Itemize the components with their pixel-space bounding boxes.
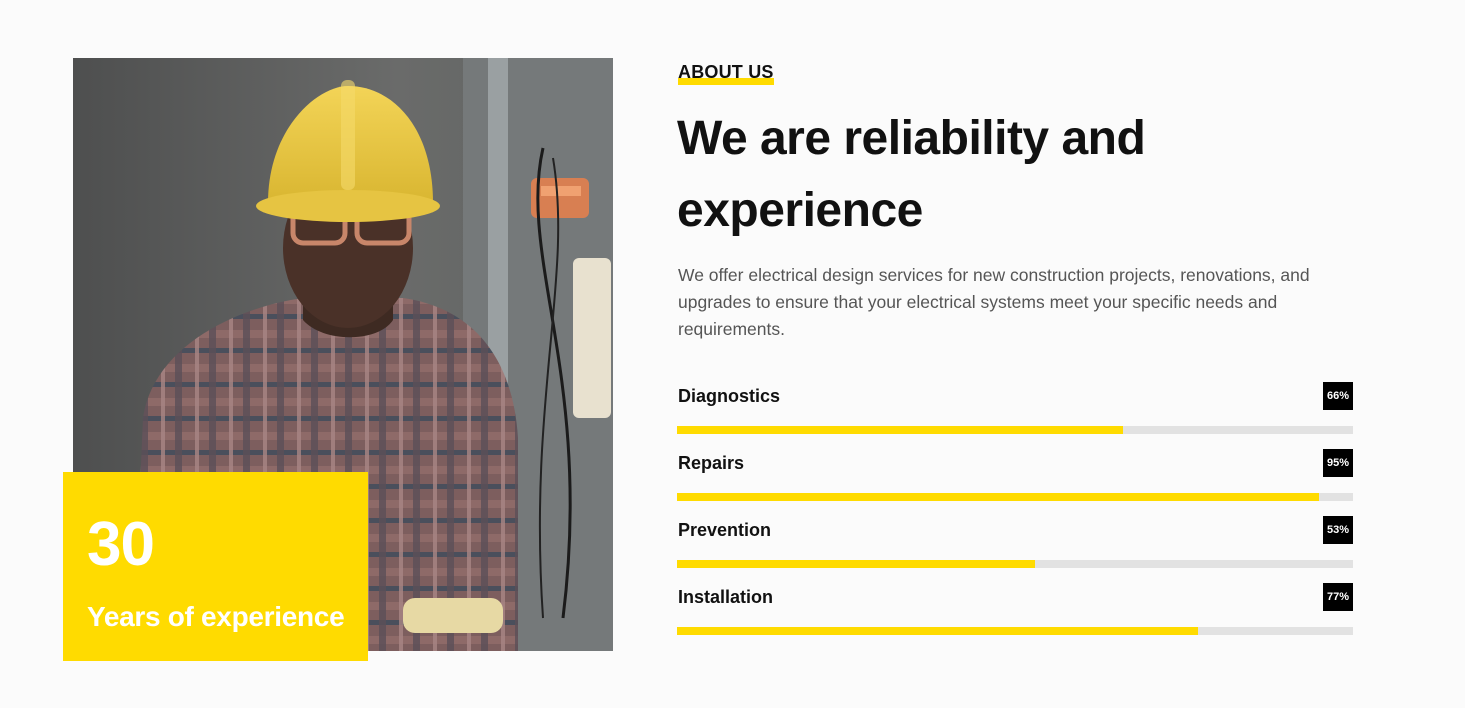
skill-name: Prevention [678, 520, 772, 540]
headline-line-1: We are reliability and [677, 112, 1146, 165]
skill-item-prevention: Prevention 53% [677, 516, 1353, 583]
headline-line-2: experience [677, 184, 923, 237]
skill-percent-badge: 66% [1323, 382, 1353, 410]
skill-percent-badge: 77% [1323, 583, 1353, 611]
experience-years-label: Years of experience [87, 601, 345, 632]
skill-name: Installation [678, 587, 774, 607]
progress-fill [677, 627, 1198, 635]
progress-fill [677, 560, 1036, 568]
skill-percent-badge: 95% [1323, 449, 1353, 477]
skill-name: Repairs [678, 453, 745, 473]
skill-item-installation: Installation 77% [677, 583, 1353, 650]
progress-fill [677, 493, 1320, 501]
progress-fill [677, 426, 1124, 434]
skill-percent-badge: 53% [1323, 516, 1353, 544]
section-description: We offer electrical design services for … [678, 265, 1310, 339]
skill-item-diagnostics: Diagnostics 66% [677, 382, 1353, 449]
section-eyebrow: ABOUT US [678, 61, 774, 85]
progress-track [677, 426, 1353, 434]
skills-list: Diagnostics 66% Repairs 95% Prevention 5… [677, 382, 1353, 650]
about-section: 30 Years of experience ABOUT US We are r… [0, 0, 1465, 708]
skill-name: Diagnostics [678, 386, 781, 406]
skill-item-repairs: Repairs 95% [677, 449, 1353, 516]
progress-track [677, 627, 1353, 635]
experience-years-number: 30 [87, 510, 155, 579]
experience-badge: 30 Years of experience [63, 472, 368, 661]
section-headline: We are reliability and experience [677, 103, 1237, 247]
progress-track [677, 560, 1353, 568]
progress-track [677, 493, 1353, 501]
